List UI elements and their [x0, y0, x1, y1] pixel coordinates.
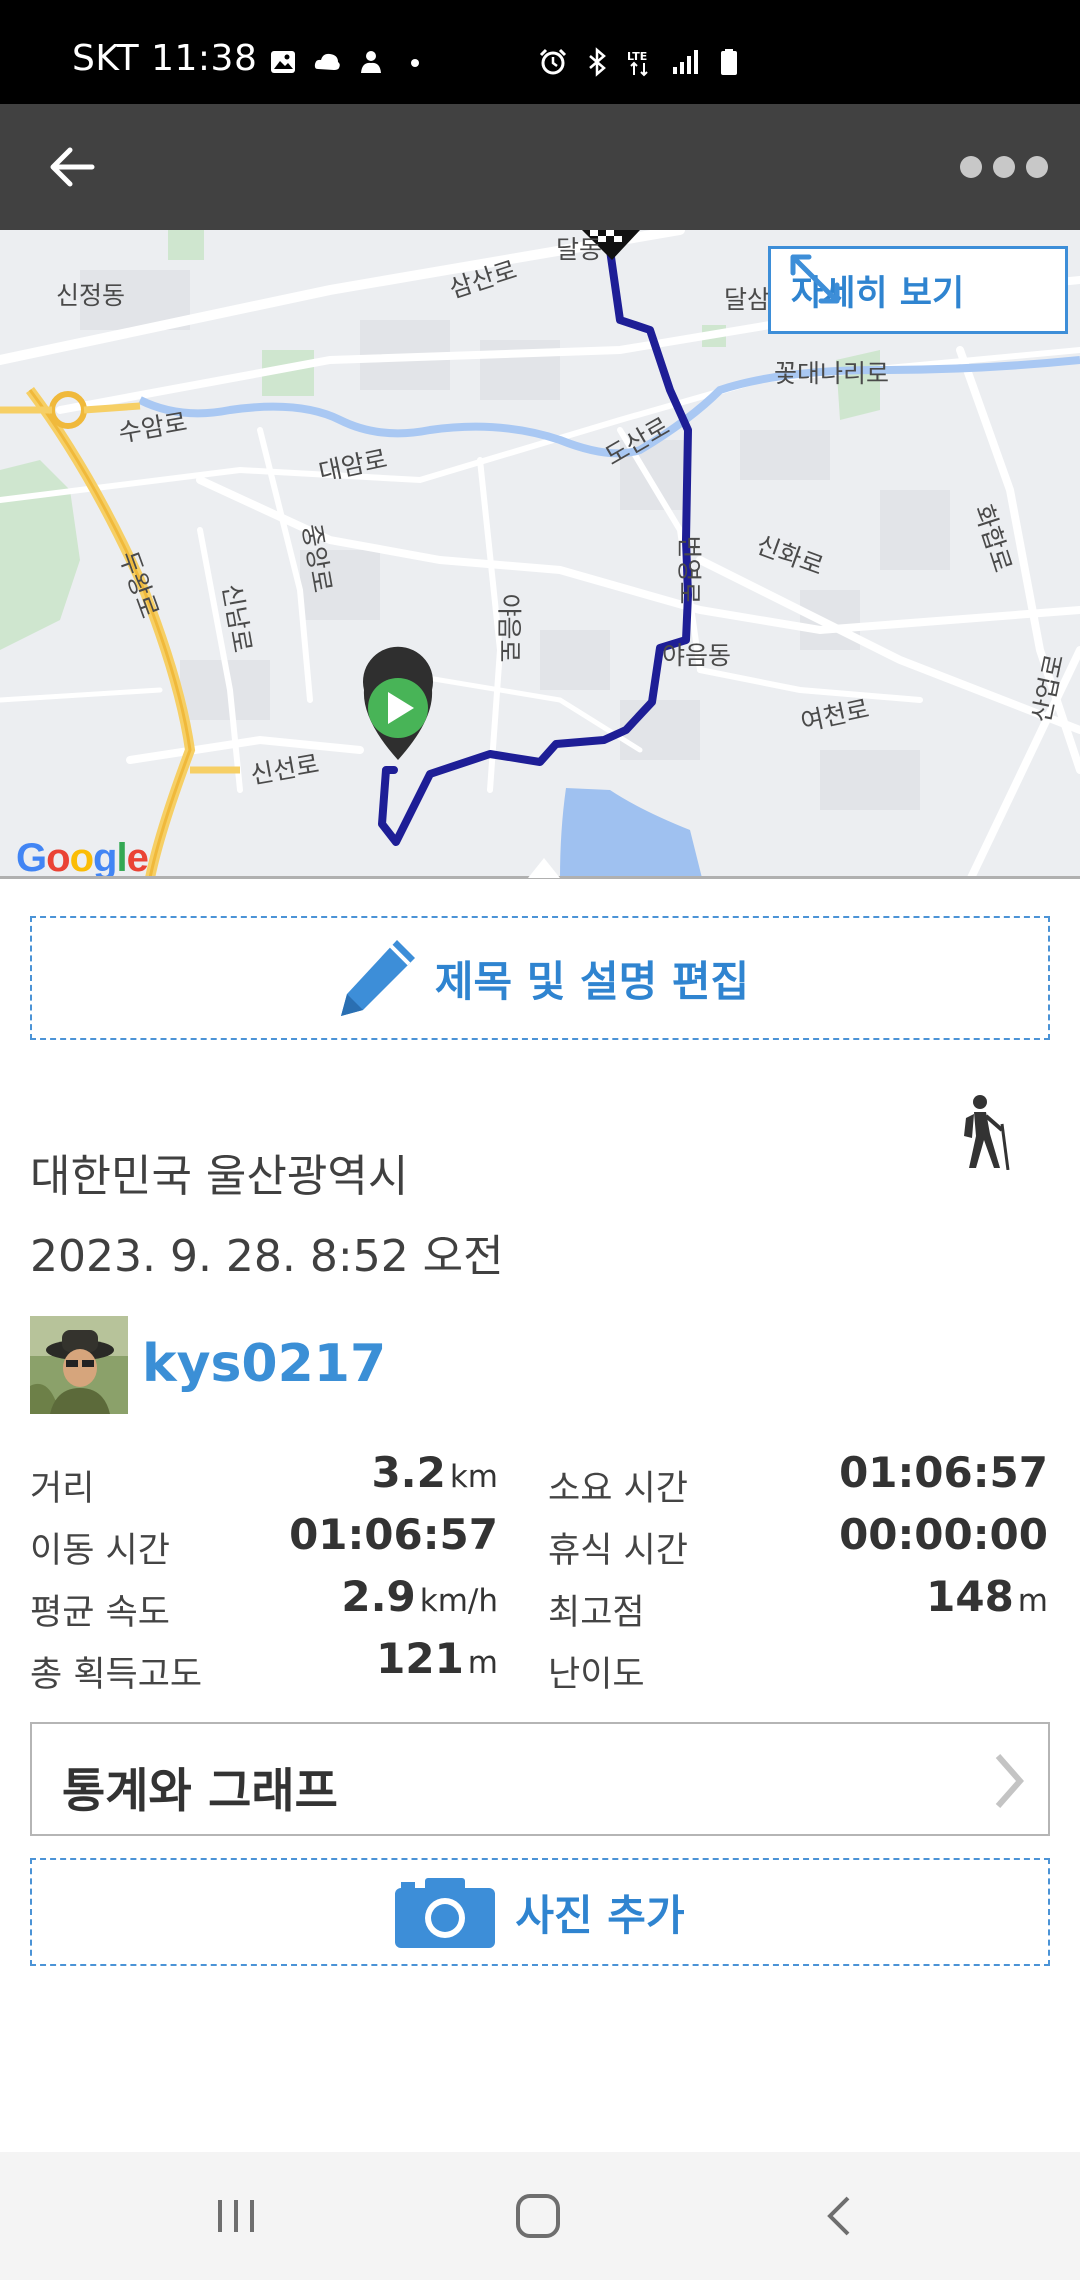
svg-text:LTE: LTE	[627, 50, 647, 63]
total-time-label: 소요 시간	[548, 1469, 688, 1509]
avg-speed-unit: km/h	[419, 1583, 498, 1619]
more-dots-icon[interactable]	[960, 144, 1048, 190]
camera-icon	[395, 1878, 496, 1948]
max-alt-value: 148 m	[926, 1572, 1048, 1621]
signal-icon	[673, 50, 698, 74]
map-label-kkotdae: 꽃대나리로	[774, 359, 890, 388]
edit-title-button[interactable]: 제목 및 설명 편집	[30, 916, 1050, 1040]
dot-icon	[411, 59, 419, 67]
google-logo: Google	[16, 836, 149, 878]
avg-speed-number: 2.9	[341, 1572, 416, 1621]
distance-unit: km	[449, 1459, 498, 1495]
add-photo-button[interactable]: 사진 추가	[30, 1858, 1050, 1966]
max-alt-unit: m	[1017, 1583, 1048, 1619]
max-alt-number: 148	[926, 1572, 1014, 1621]
distance-value: 3.2 km	[371, 1448, 498, 1497]
detail-view-button[interactable]: 자세히 보기	[768, 246, 1068, 334]
total-time-value: 01:06:57	[839, 1448, 1048, 1497]
stat-row-moving-time: 이동 시간 01:06:57 휴식 시간 00:00:00	[30, 1510, 1050, 1572]
bluetooth-icon	[589, 47, 606, 77]
gallery-icon	[271, 51, 295, 73]
avg-speed-label: 평균 속도	[30, 1593, 170, 1633]
hiker-icon	[964, 1095, 1010, 1170]
status-system-icons: LTE	[538, 44, 744, 80]
home-icon[interactable]	[508, 2188, 568, 2244]
avatar[interactable]	[30, 1316, 128, 1414]
add-photo-label: 사진 추가	[515, 1890, 685, 1940]
recents-icon[interactable]	[206, 2188, 266, 2244]
stats-graph-label: 통계와 그래프	[62, 1764, 338, 1819]
route-map[interactable]: 신정동 삼산로 달동 달삼 꽃대나리로 수암로 대암로 도산로 신화로 화합로 …	[0, 230, 1080, 878]
map-label-yaeum-ro: 야음로	[494, 593, 524, 663]
stat-row-speed: 평균 속도 2.9 km/h 최고점 148 m	[30, 1572, 1050, 1634]
rest-time-label: 휴식 시간	[548, 1531, 688, 1571]
activity-datetime: 2023. 9. 28. 8:52 오전	[30, 1231, 504, 1282]
pencil-icon	[340, 940, 415, 1016]
gain-number: 121	[376, 1634, 464, 1683]
distance-number: 3.2	[371, 1448, 446, 1497]
status-bar: SKT 11:38 LTE	[0, 0, 1080, 104]
system-nav-bar	[0, 2152, 1080, 2280]
map-notch	[528, 858, 560, 878]
edit-title-label: 제목 및 설명 편집	[434, 956, 750, 1006]
difficulty-label: 난이도	[548, 1655, 645, 1695]
avatar-image	[30, 1316, 128, 1414]
app-icon	[361, 51, 381, 73]
rest-time-value: 00:00:00	[839, 1510, 1048, 1559]
map-label-dal: 달동	[556, 235, 603, 264]
max-alt-label: 최고점	[548, 1593, 645, 1633]
map-label-yaeum-dong: 야음동	[662, 641, 732, 670]
moving-time-label: 이동 시간	[30, 1531, 170, 1571]
status-time: SKT 11:38	[72, 38, 258, 79]
dot	[960, 156, 982, 178]
stat-row-gain: 총 획득고도 121 m 난이도	[30, 1634, 1050, 1696]
avg-speed-value: 2.9 km/h	[341, 1572, 498, 1621]
expand-icon	[790, 254, 840, 304]
dot	[993, 156, 1015, 178]
dot	[1026, 156, 1048, 178]
map-label-sinjeong: 신정동	[56, 281, 126, 310]
app-bar	[0, 104, 1080, 230]
moving-time-value: 01:06:57	[289, 1510, 498, 1559]
stat-row-distance: 거리 3.2 km 소요 시간 01:06:57	[30, 1448, 1050, 1510]
gain-label: 총 획득고도	[30, 1655, 203, 1695]
battery-icon	[721, 49, 737, 75]
chevron-right-icon	[995, 1754, 1024, 1808]
arrow-left-icon[interactable]	[40, 134, 106, 200]
lte-icon: LTE	[627, 50, 648, 77]
alarm-icon	[539, 48, 567, 75]
cloud-icon	[314, 53, 340, 70]
status-notification-icons	[268, 44, 430, 80]
activity-location: 대한민국 울산광역시	[30, 1151, 409, 1202]
map-label-beonyeong: 번영로	[674, 535, 704, 605]
gain-unit: m	[467, 1645, 498, 1681]
gain-value: 121 m	[376, 1634, 498, 1683]
map-label-dalsam: 달삼	[724, 285, 771, 314]
distance-label: 거리	[30, 1469, 95, 1509]
username-link[interactable]: kys0217	[142, 1334, 386, 1394]
stats-graph-button[interactable]: 통계와 그래프	[30, 1722, 1050, 1836]
stats-grid: 거리 3.2 km 소요 시간 01:06:57 이동 시간 01:06:57 휴…	[30, 1448, 1050, 1696]
back-icon[interactable]	[810, 2188, 870, 2244]
